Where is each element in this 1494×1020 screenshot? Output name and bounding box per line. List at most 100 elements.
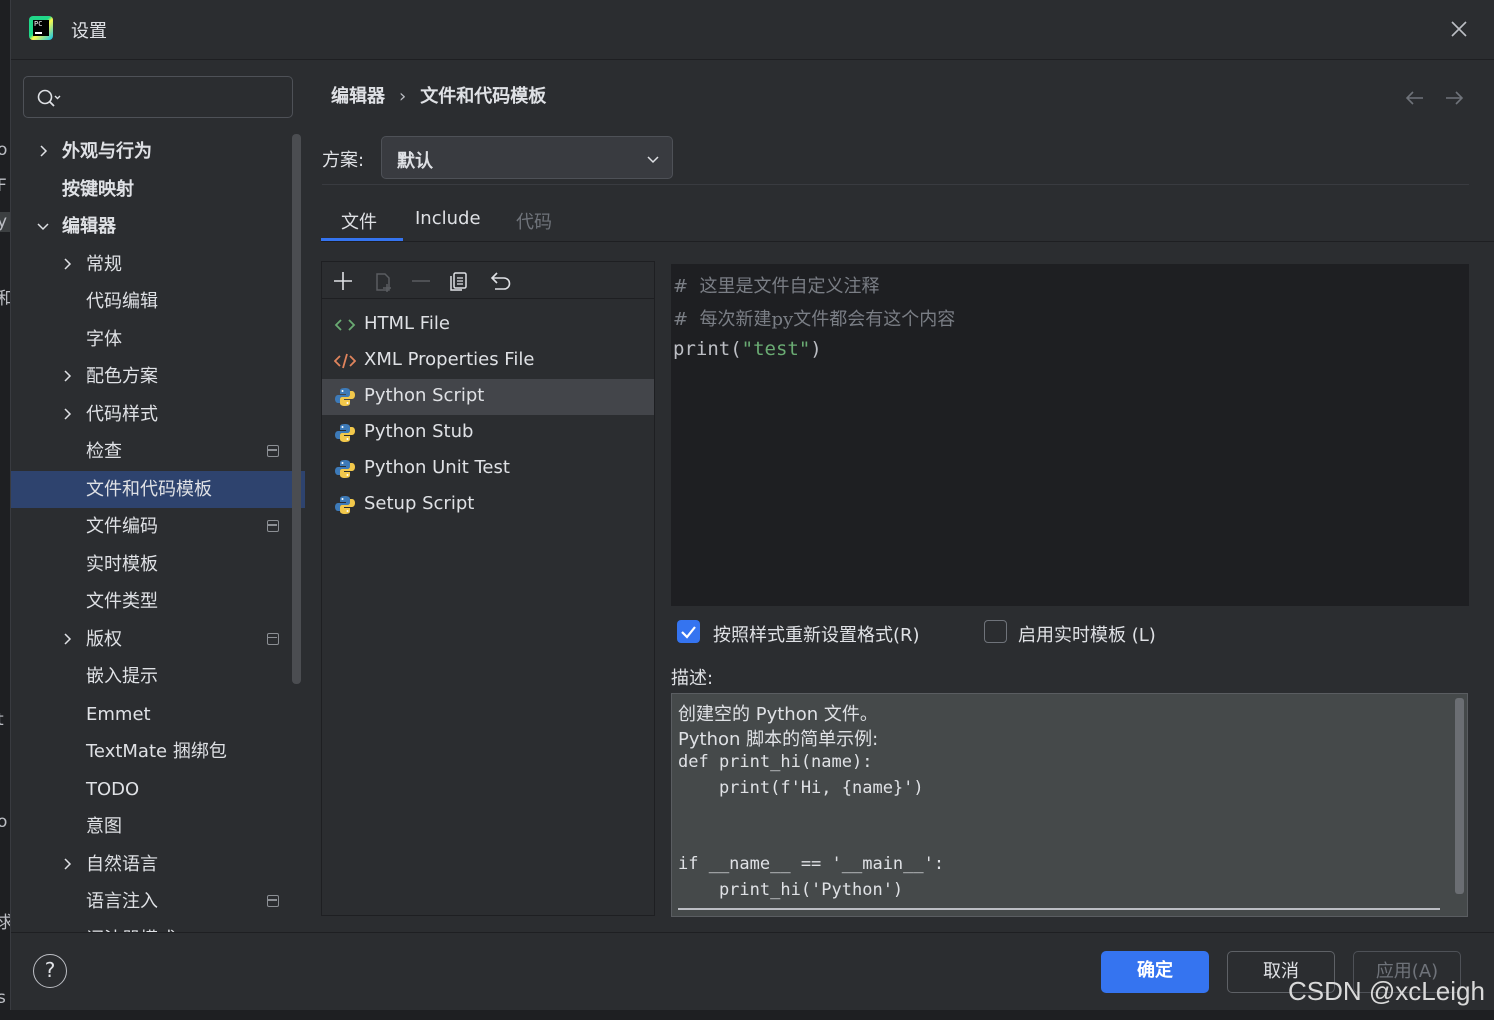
- window-title: 设置: [71, 21, 107, 42]
- editor-comment-line: # 每次新建py文件都会有这个内容: [673, 309, 956, 330]
- tree-item[interactable]: 常规: [11, 246, 305, 283]
- footer-divider: [11, 932, 1494, 933]
- reformat-checkbox[interactable]: [677, 620, 700, 643]
- code-string: "test": [741, 338, 811, 360]
- duplicate-icon[interactable]: [446, 268, 472, 294]
- tree-item[interactable]: 编辑器: [11, 208, 305, 245]
- tree-scrollbar[interactable]: [292, 134, 301, 684]
- template-list-item[interactable]: Setup Script: [322, 487, 654, 523]
- description-scrollbar[interactable]: [1455, 698, 1464, 894]
- template-toolbar: [322, 262, 654, 299]
- tree-item[interactable]: 配色方案: [11, 358, 305, 395]
- description-label: 描述:: [671, 668, 714, 689]
- chevron-down-icon: [647, 156, 659, 164]
- live-templates-checkbox[interactable]: [984, 620, 1007, 643]
- tree-item-label: TextMate 捆绑包: [86, 741, 227, 762]
- tree-item[interactable]: 代码样式: [11, 396, 305, 433]
- breadcrumb-parent[interactable]: 编辑器: [331, 86, 385, 107]
- scheme-dropdown[interactable]: 默认: [381, 136, 673, 179]
- template-label: Setup Script: [364, 493, 475, 514]
- chevron-down-icon[interactable]: [37, 220, 49, 232]
- add-icon[interactable]: [330, 268, 356, 294]
- template-label: Python Unit Test: [364, 457, 510, 478]
- chevron-right-icon[interactable]: [61, 407, 73, 420]
- search-icon: [37, 89, 61, 107]
- tree-item[interactable]: 外观与行为: [11, 133, 305, 170]
- description-line: 创建空的 Python 文件。: [678, 704, 878, 725]
- copy-template-icon[interactable]: [370, 268, 396, 294]
- tab-include[interactable]: Include: [415, 208, 481, 229]
- tree-item[interactable]: TODO: [11, 771, 305, 808]
- reformat-label[interactable]: 按照样式重新设置格式(R): [713, 621, 920, 647]
- checkmark-icon: [681, 626, 696, 639]
- tree-item[interactable]: 自然语言: [11, 846, 305, 883]
- tree-item[interactable]: 文件和代码模板: [11, 470, 305, 508]
- tree-item-label: 代码编辑: [86, 291, 158, 312]
- edge-text-fragment: s: [0, 988, 10, 1008]
- chevron-right-icon[interactable]: [61, 632, 73, 645]
- description-code-line: print(f'Hi, {name}'): [678, 778, 924, 798]
- tree-item[interactable]: 嵌入提示: [11, 658, 305, 695]
- tree-item-label: 自然语言: [86, 853, 158, 875]
- template-list-item[interactable]: HTML File: [322, 307, 654, 343]
- settings-search[interactable]: [23, 76, 293, 118]
- tree-item-label: 版权: [86, 628, 122, 650]
- close-icon[interactable]: [1448, 18, 1470, 40]
- tab-code[interactable]: 代码: [516, 208, 552, 234]
- tree-item-label: 词法器模式: [86, 921, 176, 933]
- project-scope-icon: [267, 520, 279, 532]
- background-window-edge: o F y 和 t o 求 s: [0, 0, 11, 1020]
- chevron-right-icon[interactable]: [61, 370, 73, 382]
- tree-item-label: 文件编码: [86, 516, 158, 537]
- description-line: Python 脚本的简单示例:: [678, 729, 879, 750]
- template-list-item[interactable]: XML Properties File: [322, 343, 654, 379]
- tree-item[interactable]: 文件编码: [11, 508, 305, 545]
- template-list-item[interactable]: Python Unit Test: [322, 451, 654, 487]
- tree-item[interactable]: 文件类型: [11, 583, 305, 620]
- reset-icon[interactable]: [486, 268, 512, 294]
- template-list-item[interactable]: Python Stub: [322, 415, 654, 451]
- tab-files[interactable]: 文件: [341, 208, 377, 234]
- search-input[interactable]: [68, 85, 278, 109]
- tree-item[interactable]: 字体: [11, 321, 305, 358]
- description-horizontal-scrollbar[interactable]: [678, 908, 1440, 910]
- tree-item[interactable]: 意图: [11, 808, 305, 845]
- chevron-right-icon[interactable]: [37, 145, 49, 157]
- back-arrow-icon[interactable]: [1404, 88, 1426, 108]
- editor-code-line: print("test"): [673, 338, 822, 360]
- html-icon: [334, 319, 356, 331]
- breadcrumb-current: 文件和代码模板: [420, 86, 547, 107]
- template-editor[interactable]: # 这里是文件自定义注释 # 每次新建py文件都会有这个内容 print("te…: [671, 264, 1469, 606]
- tree-item-label: 意图: [86, 816, 122, 837]
- tree-item[interactable]: 语言注入: [11, 883, 305, 920]
- remove-icon[interactable]: [408, 268, 434, 294]
- template-list-item[interactable]: Python Script: [322, 379, 654, 415]
- forward-arrow-icon[interactable]: [1443, 88, 1465, 108]
- live-templates-label[interactable]: 启用实时模板 (L): [1018, 621, 1156, 647]
- tree-item-label: 常规: [86, 253, 122, 275]
- tree-item[interactable]: 实时模板: [11, 546, 305, 583]
- background-window-bottom: [0, 1010, 1494, 1020]
- tree-item[interactable]: 词法器模式: [11, 921, 305, 933]
- tree-item[interactable]: TextMate 捆绑包: [11, 733, 305, 770]
- tree-item[interactable]: 检查: [11, 433, 305, 470]
- help-button[interactable]: ?: [33, 954, 67, 988]
- tree-item-label: TODO: [86, 778, 140, 800]
- tree-item[interactable]: 版权: [11, 621, 305, 658]
- tree-item[interactable]: 按键映射: [11, 171, 305, 208]
- tree-item-label: 配色方案: [86, 366, 158, 387]
- tree-item-label: Emmet: [86, 703, 151, 725]
- scheme-label: 方案:: [322, 150, 365, 171]
- tree-item[interactable]: Emmet: [11, 696, 305, 733]
- chevron-right-icon[interactable]: [61, 857, 73, 870]
- tree-item-label: 语言注入: [86, 891, 158, 912]
- tree-item[interactable]: 代码编辑: [11, 283, 305, 320]
- edge-text-fragment: o: [0, 140, 10, 160]
- python-icon: [335, 460, 355, 478]
- tree-item-label: 外观与行为: [62, 141, 152, 162]
- tree-item-label: 嵌入提示: [86, 666, 158, 687]
- edge-text-fragment: t: [0, 710, 10, 730]
- ok-button[interactable]: 确定: [1101, 951, 1209, 993]
- pycharm-logo-icon: PC: [29, 16, 53, 40]
- chevron-right-icon[interactable]: [61, 257, 73, 270]
